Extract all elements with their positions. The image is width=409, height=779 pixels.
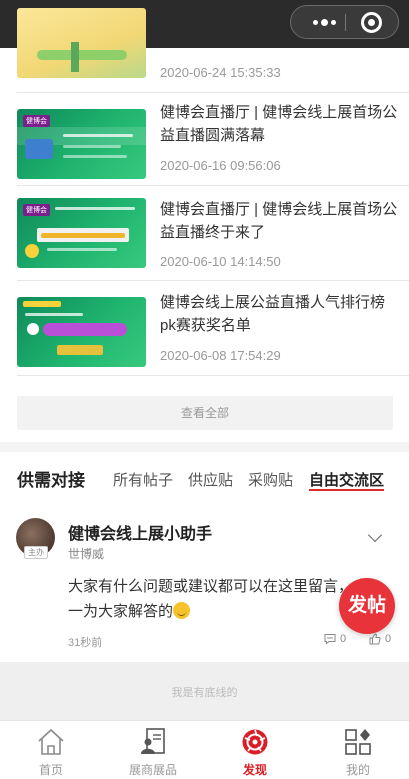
comment-count: 0 bbox=[340, 633, 347, 645]
smile-emoji-icon bbox=[173, 602, 191, 619]
discover-page: 发现 2020-06-24 15:35:33 健博会 健博会直播厅 | 健博会线… bbox=[0, 0, 409, 779]
news-thumbnail: 健博会 bbox=[17, 198, 146, 268]
divider bbox=[17, 280, 409, 281]
close-target-icon[interactable] bbox=[361, 12, 382, 33]
post-author-name[interactable]: 健博会线上展小助手 bbox=[68, 520, 212, 544]
section-gap bbox=[0, 442, 409, 452]
exhibitor-icon bbox=[141, 728, 165, 754]
tab-supply-posts[interactable]: 供应贴 bbox=[188, 469, 233, 490]
post-time: 31秒前 bbox=[68, 637, 103, 649]
news-thumbnail: 健博会 bbox=[17, 109, 146, 179]
tab-exhibitors[interactable]: 展商展品 bbox=[113, 721, 193, 779]
active-tab-indicator bbox=[309, 489, 384, 491]
tab-label: 发现 bbox=[242, 763, 267, 777]
divider bbox=[17, 185, 409, 186]
news-headline: 健博会直播厅 | 健博会线上展首场公益直播终于来了 bbox=[160, 201, 398, 241]
supply-demand-title: 供需对接 bbox=[17, 471, 85, 490]
mine-icon bbox=[345, 729, 371, 755]
news-thumbnail bbox=[17, 8, 146, 78]
news-headline: 健博会线上展公益直播人气排行榜pk赛获奖名单 bbox=[160, 294, 386, 334]
tab-free-exchange[interactable]: 自由交流区 bbox=[309, 469, 384, 490]
news-date: 2020-06-16 09:56:06 bbox=[160, 158, 281, 173]
tab-home[interactable]: 首页 bbox=[11, 721, 91, 779]
more-menu-icon[interactable] bbox=[305, 6, 343, 38]
tab-purchase-posts[interactable]: 采购贴 bbox=[248, 469, 293, 490]
post-body-text: 大家有什么问题或建议都可以在这里留言，会一一为大家解答的 bbox=[68, 578, 384, 620]
miniprogram-capsule bbox=[290, 5, 399, 39]
new-post-button[interactable]: 发帖 bbox=[339, 578, 395, 634]
home-icon bbox=[38, 728, 64, 755]
divider bbox=[17, 375, 409, 376]
tab-label: 展商展品 bbox=[128, 763, 177, 777]
like-count-button[interactable]: 0 bbox=[369, 633, 391, 645]
divider bbox=[17, 92, 409, 93]
news-thumbnail bbox=[17, 297, 146, 367]
comment-count-button[interactable]: 0 bbox=[324, 633, 346, 645]
tab-label: 首页 bbox=[38, 763, 63, 777]
chevron-down-icon[interactable] bbox=[367, 527, 383, 543]
tab-all-posts[interactable]: 所有帖子 bbox=[113, 469, 173, 490]
news-date: 2020-06-08 17:54:29 bbox=[160, 348, 281, 363]
post-author-company: 世博威 bbox=[68, 547, 105, 561]
comment-icon bbox=[324, 634, 336, 645]
tab-label: 我的 bbox=[345, 763, 370, 777]
news-headline: 健博会直播厅 | 健博会线上展首场公益直播圆满落幕 bbox=[160, 104, 398, 144]
tab-discover[interactable]: 发现 bbox=[215, 721, 295, 779]
view-all-button[interactable]: 查看全部 bbox=[17, 396, 393, 430]
news-date: 2020-06-10 14:14:50 bbox=[160, 254, 281, 269]
bottom-tab-bar: 首页 展商展品 发现 我的 bbox=[0, 720, 409, 779]
end-of-list-note: 我是有底线的 bbox=[171, 687, 238, 699]
discover-icon bbox=[242, 729, 268, 755]
like-count: 0 bbox=[385, 633, 392, 645]
capsule-divider bbox=[345, 14, 346, 31]
news-date: 2020-06-24 15:35:33 bbox=[160, 65, 281, 80]
tab-mine[interactable]: 我的 bbox=[318, 721, 398, 779]
organizer-badge: 主办 bbox=[24, 546, 48, 559]
thumbs-up-icon bbox=[369, 633, 381, 645]
